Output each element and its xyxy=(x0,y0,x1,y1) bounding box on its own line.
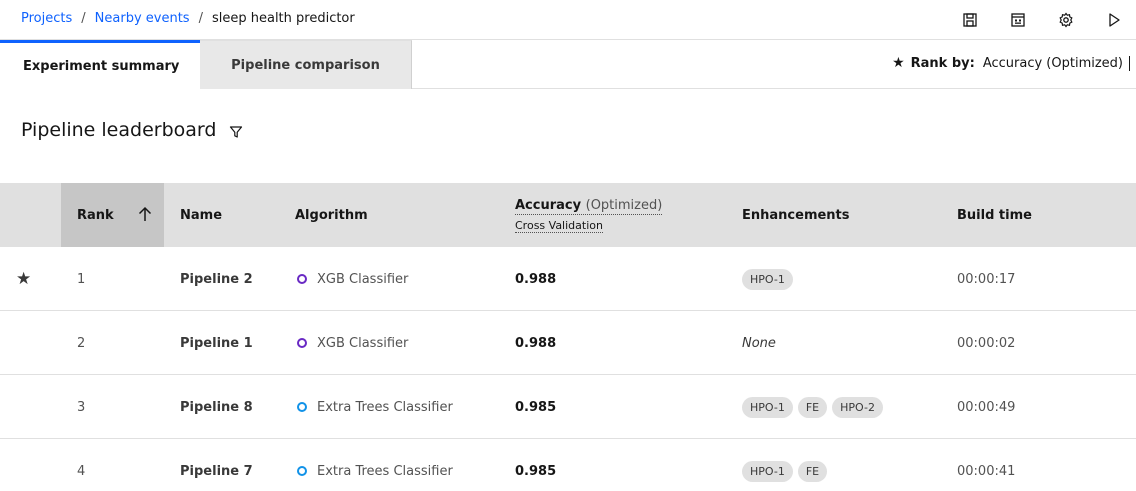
xgb-classifier-icon xyxy=(297,338,307,348)
rank-column-header[interactable]: Rank xyxy=(61,183,164,247)
pipeline-name: Pipeline 8 xyxy=(180,399,253,415)
build-time-cell: 00:00:17 xyxy=(957,271,1016,287)
enhancements-cell: HPO-1 xyxy=(742,247,798,311)
page-title: Pipeline leaderboard xyxy=(21,119,217,141)
algorithm-label: XGB Classifier xyxy=(317,335,409,351)
extra-trees-classifier-icon xyxy=(297,402,307,412)
accuracy-header-title: Accuracy (Optimized) xyxy=(515,197,663,215)
breadcrumb-current: sleep health predictor xyxy=(211,11,355,26)
rank-cell: 2 xyxy=(77,335,86,351)
rank-by-dropdown[interactable]: Accuracy (Optimized) xyxy=(983,55,1130,71)
build-time-cell: 00:00:02 xyxy=(957,335,1016,351)
run-button[interactable] xyxy=(1104,10,1124,30)
notebook-button[interactable] xyxy=(1008,10,1028,30)
table-header: Rank Name Algorithm Accuracy (Optimized)… xyxy=(0,183,1136,247)
enhancement-tag: HPO-2 xyxy=(832,396,883,418)
accuracy-column-header[interactable]: Accuracy (Optimized) Cross Validation xyxy=(515,183,663,247)
star-icon: ★ xyxy=(16,269,32,289)
breadcrumb-nearby-events-link[interactable]: Nearby events xyxy=(95,11,190,26)
settings-icon xyxy=(1059,12,1073,28)
run-icon xyxy=(1109,13,1120,27)
enhancement-tag: HPO-1 xyxy=(742,268,793,290)
xgb-classifier-icon xyxy=(297,274,307,284)
rank-by-control: ★ Rank by: Accuracy (Optimized) xyxy=(892,55,1130,71)
build-time-column-header[interactable]: Build time xyxy=(957,183,1032,247)
enhancement-tag: FE xyxy=(797,396,828,418)
enhancement-tag: FE xyxy=(797,460,828,482)
table-row[interactable]: 4 Pipeline 7 Extra Trees Classifier 0.98… xyxy=(0,439,1136,491)
algorithm-cell: XGB Classifier xyxy=(297,247,408,311)
accuracy-cell: 0.985 xyxy=(515,463,557,479)
algorithm-cell: Extra Trees Classifier xyxy=(297,375,453,439)
sort-ascending-icon xyxy=(138,206,152,221)
algorithm-label: XGB Classifier xyxy=(317,271,409,287)
pipeline-name: Pipeline 2 xyxy=(180,271,253,287)
build-time-cell: 00:00:41 xyxy=(957,463,1016,479)
algorithm-cell: Extra Trees Classifier xyxy=(297,439,453,491)
tab-experiment-summary[interactable]: Experiment summary xyxy=(0,40,200,89)
accuracy-cell: 0.988 xyxy=(515,271,557,287)
pipeline-name: Pipeline 7 xyxy=(180,463,253,479)
rank-cell: 4 xyxy=(77,463,86,479)
enhancement-tag: HPO-1 xyxy=(742,396,793,418)
enhancement-tag: HPO-1 xyxy=(742,460,793,482)
build-time-cell: 00:00:49 xyxy=(957,399,1016,415)
accuracy-header-label: Accuracy xyxy=(515,197,582,213)
table-row[interactable]: 2 Pipeline 1 XGB Classifier 0.988 None 0… xyxy=(0,311,1136,375)
algorithm-column-header[interactable]: Algorithm xyxy=(295,183,368,247)
table-row[interactable]: 3 Pipeline 8 Extra Trees Classifier 0.98… xyxy=(0,375,1136,439)
enhancements-none: None xyxy=(742,335,776,351)
save-icon xyxy=(963,13,977,27)
accuracy-header-subtitle: Cross Validation xyxy=(515,218,603,233)
enhancements-cell: HPO-1 FE xyxy=(742,439,832,491)
algorithm-label: Extra Trees Classifier xyxy=(317,463,453,479)
tabs-row: Experiment summary Pipeline comparison ★… xyxy=(0,40,1136,89)
enhancements-cell: HPO-1 FE HPO-2 xyxy=(742,375,888,439)
filter-button[interactable] xyxy=(229,124,243,138)
table-row[interactable]: ★ 1 Pipeline 2 XGB Classifier 0.988 HPO-… xyxy=(0,247,1136,311)
algorithm-cell: XGB Classifier xyxy=(297,311,408,375)
pipeline-name: Pipeline 1 xyxy=(180,335,253,351)
rank-header-label: Rank xyxy=(77,207,114,223)
accuracy-header-suffix: (Optimized) xyxy=(585,197,663,213)
rank-cell: 3 xyxy=(77,399,86,415)
top-bar: Projects / Nearby events / sleep health … xyxy=(0,0,1136,40)
filter-icon xyxy=(229,126,243,138)
breadcrumb-separator: / xyxy=(198,11,203,26)
breadcrumb-projects-link[interactable]: Projects xyxy=(21,11,72,26)
leaderboard-table: Rank Name Algorithm Accuracy (Optimized)… xyxy=(0,183,1136,491)
star-icon: ★ xyxy=(892,55,905,71)
extra-trees-classifier-icon xyxy=(297,466,307,476)
tab-pipeline-comparison[interactable]: Pipeline comparison xyxy=(200,40,412,89)
notebook-icon xyxy=(1011,13,1025,27)
rank-cell: 1 xyxy=(77,271,86,287)
enhancements-column-header[interactable]: Enhancements xyxy=(742,183,850,247)
settings-button[interactable] xyxy=(1056,10,1076,30)
accuracy-cell: 0.988 xyxy=(515,335,557,351)
name-column-header[interactable]: Name xyxy=(180,183,222,247)
accuracy-cell: 0.985 xyxy=(515,399,557,415)
breadcrumb: Projects / Nearby events / sleep health … xyxy=(21,11,355,26)
algorithm-label: Extra Trees Classifier xyxy=(317,399,453,415)
save-button[interactable] xyxy=(960,10,980,30)
rank-by-label: Rank by: xyxy=(910,55,975,71)
enhancements-cell: None xyxy=(742,311,776,375)
breadcrumb-separator: / xyxy=(81,11,86,26)
toolbar xyxy=(932,10,1124,30)
